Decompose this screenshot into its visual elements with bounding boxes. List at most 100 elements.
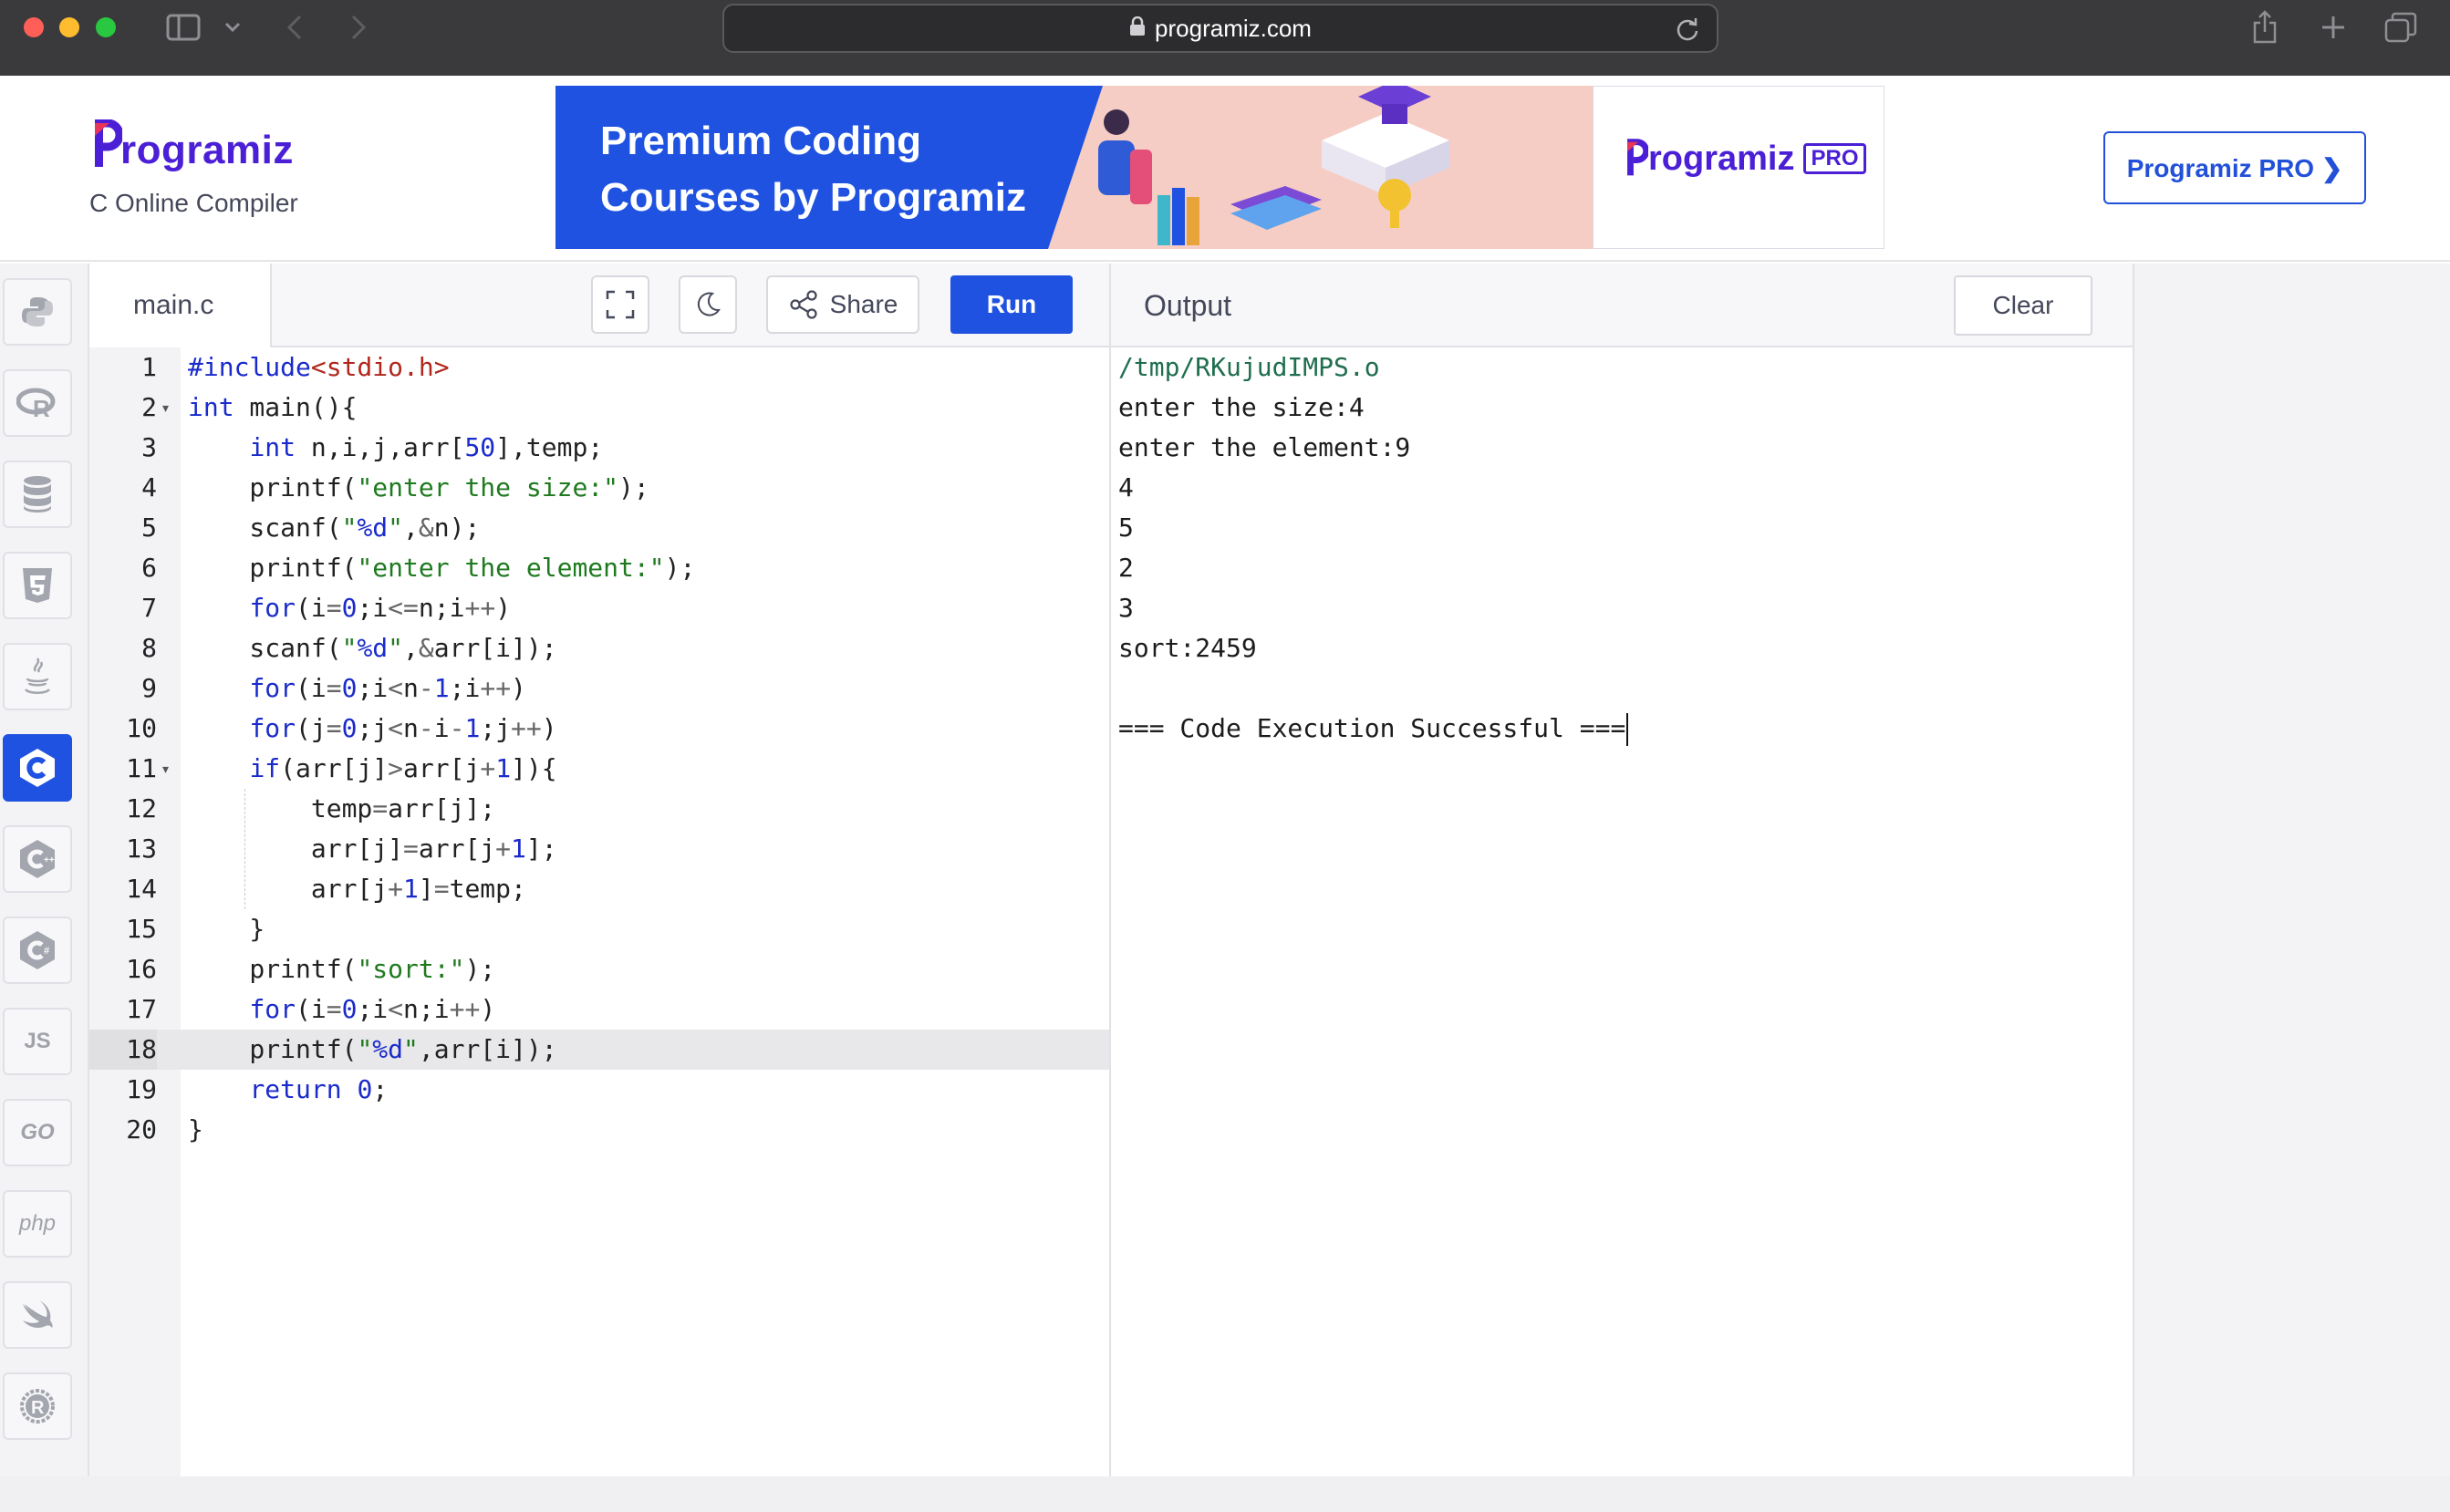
code-line[interactable]: 12 temp=arr[j]; [89,789,1109,829]
programiz-logo[interactable]: rogramiz [91,119,294,171]
swift-icon[interactable] [3,1281,72,1349]
line-number: 4 [141,472,157,502]
code-line[interactable]: 13 arr[j]=arr[j+1]; [89,829,1109,869]
python-icon[interactable] [3,278,72,346]
code-line[interactable]: 20} [89,1110,1109,1150]
line-number: 10 [126,713,157,743]
output-line: 3 [1118,593,1134,623]
svg-text:#: # [44,946,49,957]
file-tab-main-c[interactable]: main.c [89,264,272,347]
code-line[interactable]: 3 int n,i,j,arr[50],temp; [89,428,1109,468]
line-number: 14 [126,874,157,904]
minimize-window-button[interactable] [59,17,79,37]
code-text: scanf("%d",&arr[i]); [188,633,557,663]
forward-icon[interactable] [345,9,372,46]
banner-illustration [1048,86,1614,249]
line-number: 15 [126,914,157,944]
lock-icon [1129,15,1146,43]
rust-icon[interactable]: R [3,1372,72,1440]
php-icon[interactable]: php [3,1190,72,1258]
code-text: } [188,914,265,944]
code-line[interactable]: 19 return 0; [89,1070,1109,1110]
database-icon[interactable] [3,461,72,528]
r-icon[interactable]: R [3,369,72,437]
reload-icon[interactable] [1675,16,1700,42]
share-button[interactable]: Share [766,275,919,334]
code-text: arr[j+1]=temp; [188,874,526,904]
banner-logo-mark-icon [1627,139,1648,176]
code-line[interactable]: 17 for(i=0;i<n;i++) [89,989,1109,1030]
back-icon[interactable] [281,9,308,46]
share-icon[interactable] [2249,9,2280,46]
code-line[interactable]: 5 scanf("%d",&n); [89,508,1109,548]
csharp-icon[interactable]: # [3,917,72,984]
new-tab-icon[interactable] [2317,9,2350,46]
code-text: } [188,1114,203,1144]
code-line[interactable]: 10 for(j=0;j<n-i-1;j++) [89,709,1109,749]
clear-button[interactable]: Clear [1954,275,2092,336]
code-line[interactable]: 18 printf("%d",arr[i]); [89,1030,1109,1070]
close-window-button[interactable] [24,17,44,37]
output-line: /tmp/RKujudIMPS.o [1118,352,1380,382]
output-console[interactable]: /tmp/RKujudIMPS.o enter the size:4 enter t… [1111,347,2133,1476]
code-text: return 0; [249,1074,389,1104]
line-number: 7 [141,593,157,623]
cpp-icon[interactable]: ++ [3,825,72,893]
c-icon[interactable] [3,734,72,802]
banner-logo: rogramiz PRO [1625,139,1866,179]
code-line[interactable]: 1 #include<stdio.h> [89,347,1109,388]
code-line[interactable]: 6 printf("enter the element:"); [89,548,1109,588]
output-line: 5 [1118,513,1134,543]
js-label: JS [24,1029,51,1053]
fold-toggle-icon[interactable]: ▾ [162,388,169,428]
chevron-down-icon[interactable] [222,9,244,46]
pro-tag: PRO [1803,143,1866,174]
html5-icon[interactable] [3,552,72,619]
line-number: 12 [126,793,157,823]
code-editor[interactable]: 1 #include<stdio.h> 2 ▾ int main(){3 int n,i… [89,347,1109,1476]
go-icon[interactable]: GO [3,1099,72,1166]
line-number: 17 [126,994,157,1024]
svg-text:R: R [31,1398,45,1418]
code-text: int main(){ [188,392,358,422]
code-line[interactable]: 11 ▾ if(arr[j]>arr[j+1]){ [89,749,1109,789]
code-text: scanf("%d",&n); [188,513,481,543]
output-line: 2 [1118,553,1134,583]
code-line[interactable]: 9 for(i=0;i<n-1;i++) [89,668,1109,709]
fullscreen-button[interactable] [591,275,649,334]
programiz-pro-button[interactable]: Programiz PRO ❯ [2103,131,2366,204]
address-bar[interactable]: programiz.com [722,4,1718,53]
theme-toggle-button[interactable] [679,275,737,334]
promo-banner[interactable]: Premium Coding Courses by Programiz rogr… [555,86,1884,249]
sidebar-toggle-icon[interactable] [164,9,202,46]
fullscreen-icon [606,290,635,319]
code-line[interactable]: 15 } [89,909,1109,949]
url-text: programiz.com [1155,14,1312,42]
editor-toolbar: main.c Share Run [89,264,1109,347]
js-icon[interactable]: JS [3,1008,72,1075]
banner-headline: Premium Coding Courses by Programiz [600,113,1111,226]
code-line[interactable]: 16 printf("sort:"); [89,949,1109,989]
moon-icon [697,292,721,316]
code-line[interactable]: 2 ▾ int main(){ [89,388,1109,428]
output-title: Output [1144,288,1232,322]
svg-text:R: R [33,395,50,419]
share-nodes-icon [790,290,817,319]
site-header: rogramiz C Online Compiler Premium Codin… [0,76,2450,262]
code-line[interactable]: 4 printf("enter the size:"); [89,468,1109,508]
run-button[interactable]: Run [950,275,1073,334]
tab-overview-icon[interactable] [2383,9,2419,46]
code-line[interactable]: 8 scanf("%d",&arr[i]); [89,628,1109,668]
code-line[interactable]: 7 for(i=0;i<=n;i++) [89,588,1109,628]
line-number: 16 [126,954,157,984]
language-rail: R ++ # JS GO php R [0,264,89,1476]
code-text: arr[j]=arr[j+1]; [188,834,557,864]
java-icon[interactable] [3,643,72,710]
line-number: 9 [141,673,157,703]
code-text: if(arr[j]>arr[j+1]){ [249,753,557,783]
code-line[interactable]: 14 arr[j+1]=temp; [89,869,1109,909]
fold-toggle-icon[interactable]: ▾ [162,749,169,789]
zoom-window-button[interactable] [96,17,116,37]
browser-toolbar: programiz.com [0,0,2450,76]
right-sidebar [2133,264,2450,1476]
